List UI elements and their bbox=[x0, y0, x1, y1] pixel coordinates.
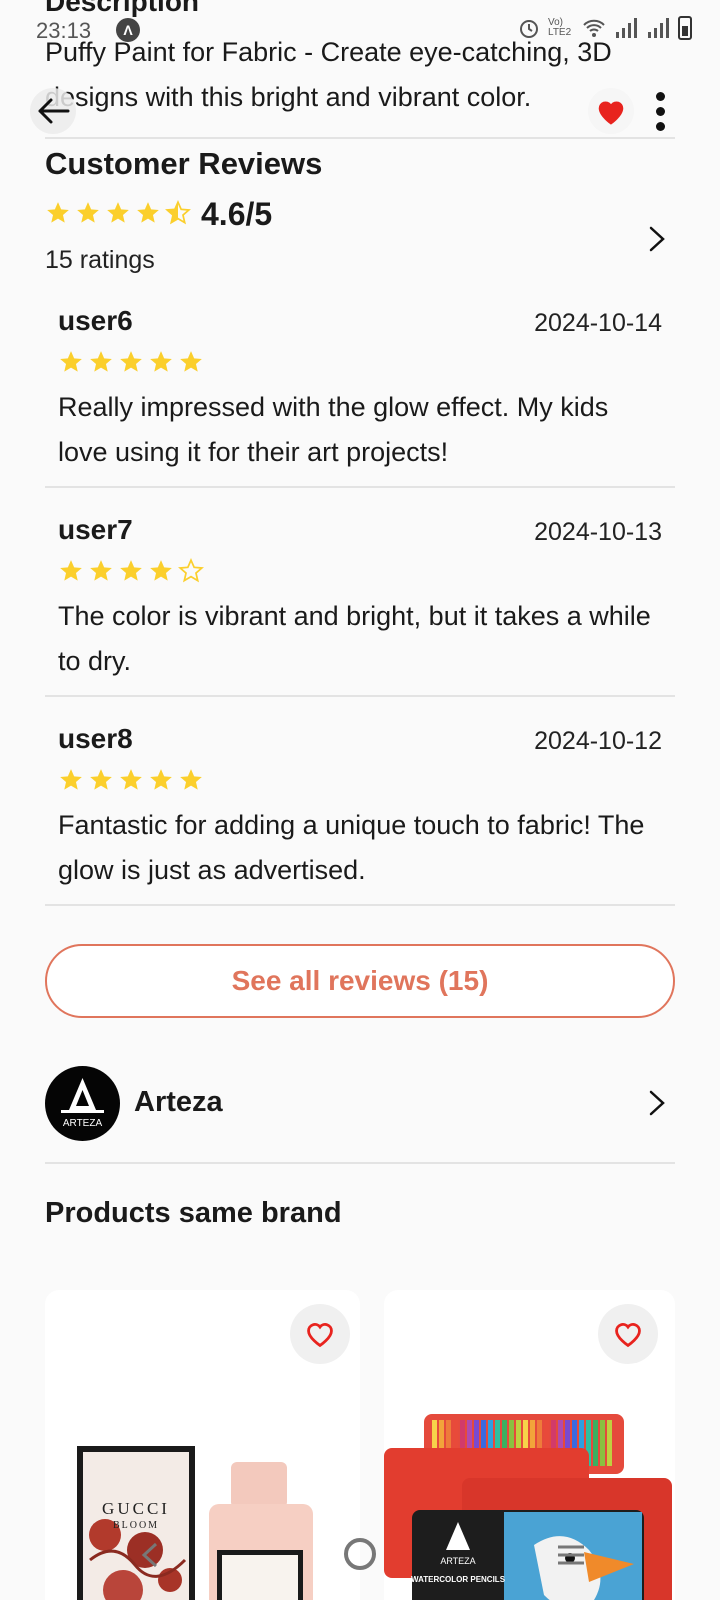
brand-logo-text: ARTEZA bbox=[63, 1118, 103, 1129]
star-filled-icon bbox=[150, 769, 172, 790]
chevron-right-icon bbox=[649, 1090, 665, 1116]
review-user: user8 bbox=[58, 723, 133, 754]
brand-row[interactable]: ARTEZA Arteza bbox=[45, 1066, 675, 1142]
see-all-reviews-button[interactable]: See all reviews (15) bbox=[45, 944, 675, 1018]
divider bbox=[45, 137, 675, 139]
star-filled-icon bbox=[60, 769, 82, 790]
review-item: user6 2024-10-14 Really impressed with t… bbox=[45, 305, 675, 485]
favorite-button[interactable] bbox=[588, 88, 634, 134]
review-user: user6 bbox=[58, 305, 133, 336]
brand-name: Arteza bbox=[134, 1086, 223, 1118]
star-filled-icon bbox=[120, 769, 142, 790]
review-stars bbox=[58, 349, 204, 375]
heart-outline-icon bbox=[615, 1323, 641, 1348]
star-filled-icon bbox=[77, 202, 99, 223]
review-text: Fantastic for adding a unique touch to f… bbox=[58, 810, 645, 885]
divider bbox=[45, 904, 675, 906]
star-filled-icon bbox=[180, 769, 202, 790]
review-user: user7 bbox=[58, 514, 133, 545]
divider bbox=[45, 1162, 675, 1164]
rating-score: 4.6/5 bbox=[201, 196, 273, 232]
alarm-icon bbox=[520, 20, 538, 38]
star-filled-icon bbox=[150, 351, 172, 372]
divider bbox=[45, 486, 675, 488]
star-filled-icon bbox=[180, 351, 202, 372]
pencil-decoration bbox=[600, 1420, 605, 1466]
pencil-decoration bbox=[593, 1420, 598, 1466]
star-empty-icon bbox=[178, 558, 204, 583]
lte-label: Vo) LTE2 bbox=[548, 17, 572, 38]
wifi-icon bbox=[583, 19, 605, 37]
product-favorite-button[interactable] bbox=[290, 1304, 350, 1364]
more-dot-icon bbox=[655, 91, 665, 101]
review-stars bbox=[58, 558, 204, 584]
system-navigation-bar bbox=[0, 1530, 720, 1590]
system-home-button[interactable] bbox=[344, 1538, 376, 1570]
brand-chevron bbox=[648, 1090, 666, 1121]
star-filled-icon bbox=[120, 560, 142, 581]
product-favorite-button[interactable] bbox=[598, 1304, 658, 1364]
star-filled-icon bbox=[90, 769, 112, 790]
heart-filled-icon bbox=[598, 101, 624, 125]
app-notification-icon: Λ bbox=[116, 18, 140, 42]
arteza-logo-icon: ARTEZA bbox=[61, 1078, 104, 1129]
more-dot-icon bbox=[655, 106, 665, 116]
review-date: 2024-10-13 bbox=[534, 518, 662, 546]
star-filled-icon bbox=[107, 202, 129, 223]
review-stars bbox=[58, 767, 204, 793]
chevron-right-icon bbox=[649, 226, 665, 252]
more-options-button[interactable] bbox=[644, 88, 676, 134]
status-bar: 23:13 Λ Vo) LTE2 bbox=[0, 0, 720, 60]
star-filled-icon bbox=[90, 351, 112, 372]
review-item: user8 2024-10-12 Fantastic for adding a … bbox=[45, 723, 675, 903]
review-item: user7 2024-10-13 The color is vibrant an… bbox=[45, 514, 675, 694]
pencil-decoration bbox=[607, 1420, 612, 1466]
back-button[interactable] bbox=[30, 88, 76, 134]
system-back-button[interactable] bbox=[140, 1542, 160, 1573]
status-time: 23:13 bbox=[36, 18, 92, 43]
menu-icon bbox=[558, 1545, 584, 1565]
heart-outline-icon bbox=[307, 1323, 333, 1348]
review-text: Really impressed with the glow effect. M… bbox=[58, 392, 609, 467]
star-filled-icon bbox=[137, 202, 159, 223]
customer-reviews-title: Customer Reviews bbox=[45, 146, 323, 181]
product-logo-text: GUCCI bbox=[102, 1499, 170, 1518]
status-icons: Vo) LTE2 bbox=[518, 16, 692, 40]
rating-stars bbox=[45, 200, 191, 226]
star-filled-icon bbox=[60, 351, 82, 372]
star-filled-icon bbox=[47, 202, 69, 223]
signal-icon bbox=[616, 18, 637, 38]
review-date: 2024-10-12 bbox=[534, 727, 662, 755]
chevron-left-icon bbox=[141, 1542, 158, 1568]
star-filled-icon bbox=[60, 560, 82, 581]
star-filled-icon bbox=[150, 560, 172, 581]
ratings-count: 15 ratings bbox=[45, 246, 155, 274]
star-filled-icon bbox=[120, 351, 142, 372]
review-text: The color is vibrant and bright, but it … bbox=[58, 601, 651, 676]
reviews-chevron-button[interactable] bbox=[648, 226, 666, 257]
review-date: 2024-10-14 bbox=[534, 309, 662, 337]
same-brand-title: Products same brand bbox=[45, 1197, 342, 1229]
brand-logo: ARTEZA bbox=[45, 1066, 120, 1141]
star-filled-icon bbox=[90, 560, 112, 581]
divider bbox=[45, 695, 675, 697]
more-dot-icon bbox=[655, 121, 665, 131]
star-half-icon bbox=[165, 200, 191, 225]
system-recents-button[interactable] bbox=[556, 1544, 586, 1571]
signal-icon-2 bbox=[648, 18, 669, 38]
arrow-left-icon bbox=[38, 98, 70, 124]
battery-icon bbox=[678, 16, 692, 40]
